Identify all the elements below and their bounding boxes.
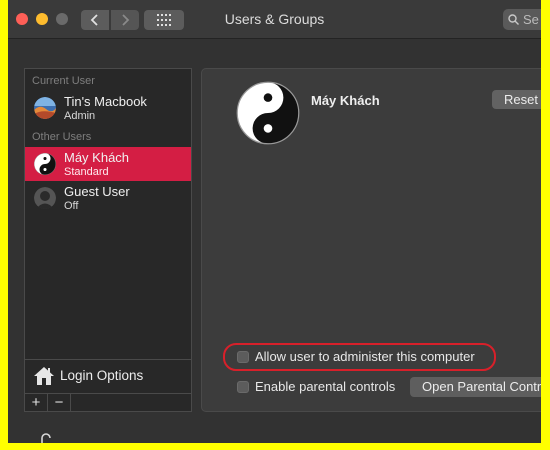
user-name: Tin's Macbook xyxy=(64,94,147,109)
sidebar-action-bar: + − xyxy=(25,393,191,411)
user-row-guest-user[interactable]: Guest User Off xyxy=(25,181,191,215)
lock-icon[interactable] xyxy=(38,430,54,443)
search-icon xyxy=(508,14,519,25)
window-title: Users & Groups xyxy=(224,11,325,27)
current-user-heading: Current User xyxy=(32,75,95,87)
search-placeholder: Se xyxy=(523,12,539,27)
macos-wallpaper-avatar xyxy=(34,97,56,119)
user-row-may-khach[interactable]: Máy Khách Standard xyxy=(25,147,191,181)
parental-controls-label: Enable parental controls xyxy=(255,379,396,394)
parental-controls-checkbox[interactable] xyxy=(237,380,249,393)
parental-controls-option[interactable]: Enable parental controls xyxy=(237,379,395,394)
search-field[interactable]: Se xyxy=(503,9,541,30)
reset-password-button[interactable]: Reset xyxy=(492,90,541,109)
yin-yang-avatar-large[interactable] xyxy=(236,81,300,145)
yin-yang-avatar xyxy=(34,153,56,175)
user-row-tins-macbook[interactable]: Tin's Macbook Admin xyxy=(25,91,191,125)
remove-user-button[interactable]: − xyxy=(48,394,71,411)
login-options-label: Login Options xyxy=(60,368,144,383)
user-role: Off xyxy=(64,200,79,212)
house-icon xyxy=(34,367,54,385)
allow-admin-label: Allow user to administer this computer xyxy=(255,349,475,364)
account-full-name: Máy Khách xyxy=(311,93,380,108)
title-bar: Users & Groups Se xyxy=(8,0,541,39)
user-name: Guest User xyxy=(64,184,130,199)
user-role: Admin xyxy=(64,110,96,122)
allow-admin-checkbox[interactable] xyxy=(237,350,249,363)
users-groups-window: Users & Groups Se Current User Tin's Mac… xyxy=(8,0,541,443)
user-detail-panel: Máy Khách Reset Allow user to administer… xyxy=(201,68,541,412)
users-sidebar: Current User Tin's Macbook Admin Other U… xyxy=(24,68,192,412)
guest-silhouette-avatar xyxy=(34,187,56,209)
login-options-item[interactable]: Login Options xyxy=(25,359,191,393)
add-user-button[interactable]: + xyxy=(25,394,48,411)
user-name: Máy Khách xyxy=(64,150,130,165)
other-users-heading: Other Users xyxy=(32,131,92,143)
open-parental-controls-button[interactable]: Open Parental Controls xyxy=(410,377,541,397)
user-role: Standard xyxy=(64,166,109,178)
allow-admin-option[interactable]: Allow user to administer this computer xyxy=(237,349,475,364)
